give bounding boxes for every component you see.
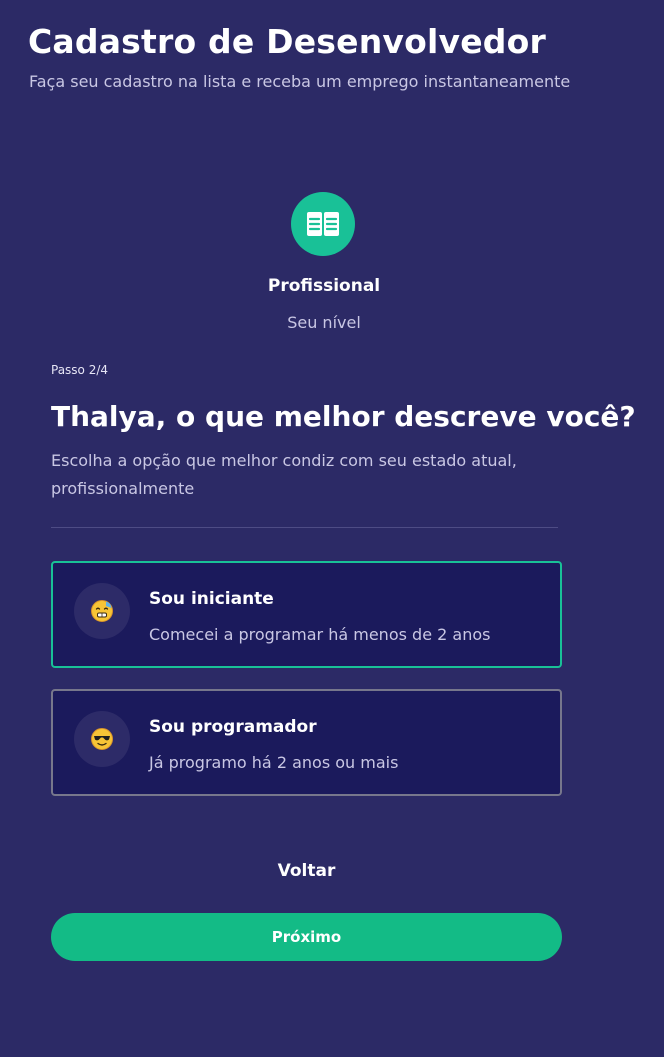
step-name: Profissional: [267, 276, 381, 296]
option-description: Já programo há 2 anos ou mais: [149, 753, 399, 772]
step-indicator: [291, 192, 355, 256]
nervous-face-icon: [91, 600, 113, 622]
open-book-icon: [307, 212, 339, 236]
option-title: Sou programador: [149, 717, 317, 737]
step-counter: Passo 2/4: [51, 363, 109, 377]
option-icon-container: [74, 711, 130, 767]
option-beginner[interactable]: Sou iniciante Comecei a programar há men…: [51, 561, 562, 668]
divider: [51, 527, 558, 528]
form-question: Thalya, o que melhor descreve você?: [51, 400, 636, 433]
option-icon-container: [74, 583, 130, 639]
page-subtitle: Faça seu cadastro na lista e receba um e…: [29, 72, 571, 91]
signup-page: Cadastro de Desenvolvedor Faça seu cadas…: [0, 0, 664, 1057]
form-help-text: Escolha a opção que melhor condiz com se…: [51, 451, 517, 498]
step-description: Seu nível: [287, 313, 361, 332]
sunglasses-face-icon: [91, 728, 113, 750]
option-title: Sou iniciante: [149, 589, 274, 609]
back-button[interactable]: Voltar: [51, 856, 562, 886]
option-description: Comecei a programar há menos de 2 anos: [149, 625, 491, 644]
option-programmer[interactable]: Sou programador Já programo há 2 anos ou…: [51, 689, 562, 796]
page-title: Cadastro de Desenvolvedor: [28, 22, 546, 61]
next-button[interactable]: Próximo: [51, 913, 562, 961]
